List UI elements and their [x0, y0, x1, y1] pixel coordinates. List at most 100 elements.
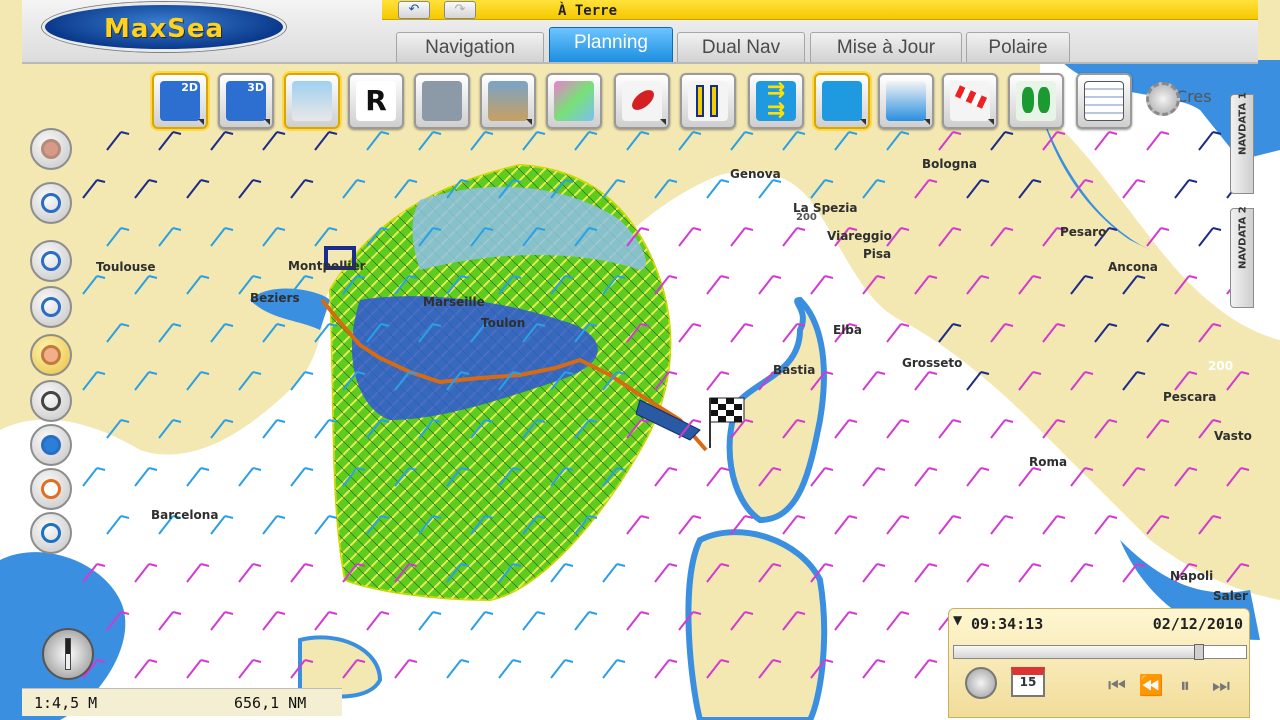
wind-arrows-icon	[822, 81, 862, 121]
city-label: Marseille	[423, 295, 485, 309]
date-display: 02/12/2010	[1152, 615, 1243, 633]
globe-icon	[41, 435, 61, 455]
city-label: Toulouse	[96, 260, 156, 274]
undo-button[interactable]: ↶	[398, 1, 430, 19]
zoom-in-button[interactable]	[30, 240, 72, 282]
routing-boats-icon	[1016, 81, 1056, 121]
navdata-2-label: NAVDATA 2	[1237, 206, 1249, 269]
windsock-button[interactable]	[942, 73, 998, 129]
scale-readout: 1:4,5 M	[34, 694, 98, 712]
clock-icon[interactable]	[965, 667, 997, 699]
pause-icon: ⏸	[1180, 673, 1190, 697]
route-r-icon: R	[356, 81, 396, 121]
calendar-icon[interactable]: 15	[1011, 667, 1045, 697]
time-slider[interactable]	[953, 644, 1247, 660]
wind-arrows-button[interactable]	[814, 73, 870, 129]
tab-mise-a-jour[interactable]: Mise à Jour	[810, 32, 962, 62]
layers-button[interactable]	[30, 128, 72, 170]
lifebuoy-button[interactable]	[30, 468, 72, 510]
tab-planning[interactable]: Planning	[549, 27, 673, 62]
icon-text-2d: 2D	[181, 81, 198, 94]
city-label: Beziers	[250, 291, 300, 305]
chart-overlay-icon	[292, 81, 332, 121]
boat-marker-button[interactable]	[614, 73, 670, 129]
table-icon	[1084, 81, 1124, 121]
table-button[interactable]	[1076, 73, 1132, 129]
chart-overlay-button[interactable]	[284, 73, 340, 129]
status-bar: 1:4,5 M 656,1 NM	[22, 688, 342, 716]
pan-hand-icon	[41, 345, 61, 365]
satellite-photo-icon	[488, 81, 528, 121]
vector-chart-button[interactable]	[414, 73, 470, 129]
compass-rose-icon[interactable]	[42, 628, 94, 680]
icon-text-r: R	[365, 84, 387, 117]
time-panel: ▼ 09:34:13 02/12/2010 15 ⏮ ⏪ ⏸ ⏭	[948, 608, 1250, 718]
icon-text-3d: 3D	[247, 81, 264, 94]
weather-colors-button[interactable]	[546, 73, 602, 129]
city-label: Toulon	[481, 316, 525, 330]
north-up-2d-button[interactable]: 2D	[152, 73, 208, 129]
zoom-icon	[41, 193, 61, 213]
current-arrows-button[interactable]: ⇉ ⇉	[748, 73, 804, 129]
logo-text: MaxSea	[103, 14, 225, 44]
window-title: À Terre	[558, 3, 618, 19]
step-back-button[interactable]: ⏪	[1137, 671, 1165, 699]
compass-tool-button[interactable]	[30, 512, 72, 554]
pan-hand-button[interactable]	[30, 334, 72, 376]
time-step-icon[interactable]: ▼	[953, 613, 962, 627]
tab-polaire[interactable]: Polaire	[966, 32, 1070, 62]
city-label: Pescara	[1163, 390, 1216, 404]
north-up-3d-button[interactable]: 3D	[218, 73, 274, 129]
tab-dual-nav[interactable]: Dual Nav	[677, 32, 805, 62]
step-back-icon: ⏪	[1138, 673, 1164, 697]
depth-label: 200	[1208, 359, 1233, 373]
lifebuoy-icon	[41, 479, 61, 499]
satellite-photo-button[interactable]	[480, 73, 536, 129]
compass-needle	[65, 638, 71, 670]
city-label: Roma	[1029, 455, 1067, 469]
city-label: Vasto	[1214, 429, 1252, 443]
layers-icon	[41, 139, 61, 159]
measure-button[interactable]	[30, 380, 72, 422]
city-label: Montpellier	[288, 259, 366, 273]
city-label: Bologna	[922, 157, 977, 171]
redo-button[interactable]: ↷	[444, 1, 476, 19]
city-label: Genova	[730, 167, 781, 181]
maxsea-app: Genova Bologna La Spezia Viareggio Pisa …	[0, 0, 1280, 720]
time-slider-fill	[954, 646, 1200, 658]
city-label: Grosseto	[902, 356, 962, 370]
zoom-button[interactable]	[30, 182, 72, 224]
vector-chart-icon	[422, 81, 462, 121]
city-label: Napoli	[1170, 569, 1213, 583]
city-label: Viareggio	[827, 229, 892, 243]
rewind-start-button[interactable]: ⏮	[1103, 671, 1131, 699]
download-weather-icon	[886, 81, 926, 121]
city-label: Pisa	[863, 247, 891, 261]
tide-gauge-icon	[688, 81, 728, 121]
download-weather-button[interactable]	[878, 73, 934, 129]
step-forward-button[interactable]: ⏭	[1207, 671, 1235, 699]
navdata-1-tab[interactable]: NAVDATA 1	[1230, 92, 1254, 194]
north-up-2d-icon: 2D	[160, 81, 200, 121]
route-r-button[interactable]: R	[348, 73, 404, 129]
weather-colors-icon	[554, 81, 594, 121]
routing-boats-button[interactable]	[1008, 73, 1064, 129]
maxsea-logo: MaxSea	[42, 2, 286, 52]
boat-marker-icon	[622, 81, 662, 121]
top-bar: MaxSea ↶ ↷ À Terre Navigation Planning D…	[22, 0, 1258, 64]
pause-button[interactable]: ⏸	[1171, 671, 1199, 699]
skip-back-icon: ⏮	[1108, 673, 1126, 697]
redo-icon: ↷	[454, 2, 466, 17]
windsock-icon	[950, 81, 990, 121]
tide-gauge-button[interactable]	[680, 73, 736, 129]
tab-navigation[interactable]: Navigation	[396, 32, 544, 62]
current-arrows-icon: ⇉ ⇉	[756, 80, 796, 122]
planning-toolbar: 2D 3D R ⇉ ⇉	[142, 70, 1180, 132]
navdata-2-tab[interactable]: NAVDATA 2	[1230, 206, 1254, 308]
time-slider-knob[interactable]	[1194, 644, 1205, 660]
settings-gears-icon[interactable]	[1146, 82, 1180, 116]
skip-forward-icon: ⏭	[1212, 673, 1230, 697]
zoom-out-button[interactable]	[30, 286, 72, 328]
title-strip	[382, 0, 1258, 20]
globe-button[interactable]	[30, 424, 72, 466]
